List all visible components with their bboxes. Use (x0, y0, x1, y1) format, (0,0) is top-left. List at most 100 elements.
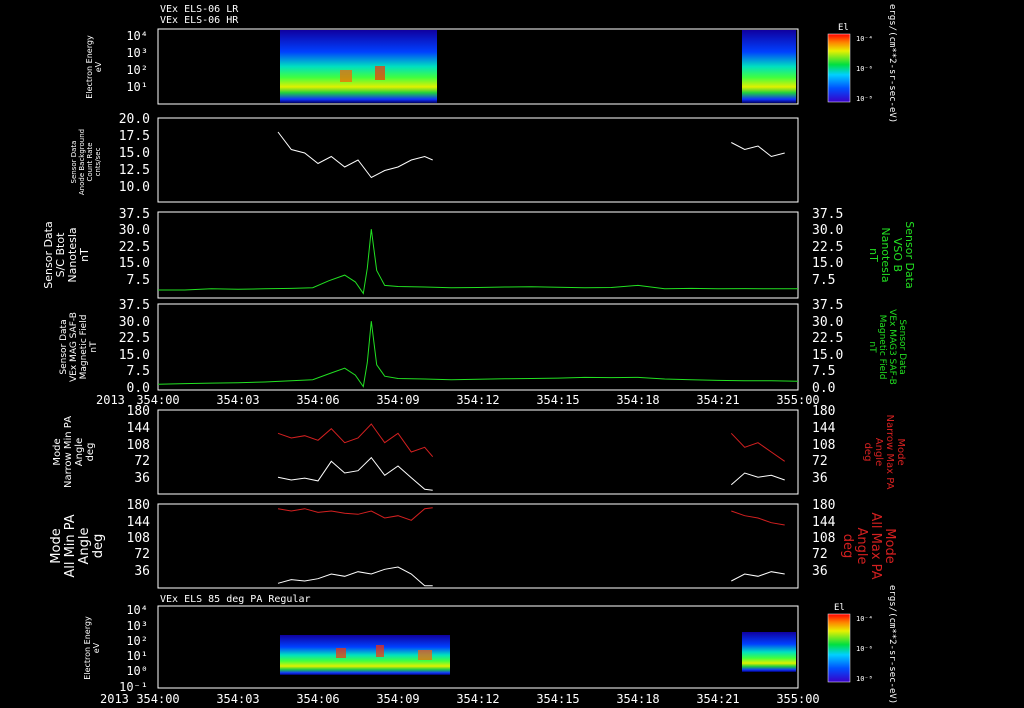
p7-ylabel-0: Electron Energy (83, 616, 92, 680)
panel-2: 20.0 17.5 15.0 12.5 10.0 Sensor Data Ano… (70, 112, 799, 203)
p5-ylabel-0: Mode (52, 438, 63, 465)
xaxis-middle-tick-1: 354:03 (216, 393, 259, 407)
p4-tick-1: 30.0 (119, 315, 150, 330)
panel-5: 180 144 108 72 36 180 144 108 72 36 Mode… (52, 404, 906, 495)
p3-trace (158, 229, 798, 295)
xaxis-middle-tick-2: 354:06 (296, 393, 339, 407)
colorbar-bottom-units: ergs/(cm**2-sr-sec-eV) (887, 585, 897, 704)
xaxis-bottom-tick-8: 355:00 (776, 692, 819, 706)
panel-1-yaxis: 10⁴ 10³ 10² 10¹ Electron Energy eV (85, 29, 148, 99)
colorbar-top-tick-0: 10⁻⁴ (856, 35, 873, 43)
panel-3: 37.5 30.0 22.5 15.0 7.5 37.5 30.0 22.5 1… (42, 207, 916, 299)
p6-tick-2: 108 (127, 531, 150, 546)
p5-rtick-4: 36 (812, 471, 828, 486)
p4-tick-0: 37.5 (119, 298, 150, 313)
bottom-panel-title: VEx ELS 85 deg PA Regular (160, 594, 311, 605)
p6-rlabel-3: deg (840, 534, 855, 559)
xaxis-bottom-tick-3: 354:09 (376, 692, 419, 706)
p6-rlabel-1: All Max PA (868, 512, 883, 579)
p7-ylabel-1: eV (92, 642, 101, 653)
plot-canvas: VEx ELS-06 LR VEx ELS-06 HR 10⁴ 10³ 10² … (42, 4, 916, 706)
p3-rtick-1: 30.0 (812, 223, 843, 238)
p7-tick-2: 10² (126, 634, 148, 648)
p1-tick-3: 10¹ (126, 80, 148, 94)
p4-rtick-4: 7.5 (812, 364, 835, 379)
xaxis-bottom-tick-7: 354:21 (696, 692, 739, 706)
p3-rlabel-3: nT (867, 248, 880, 262)
xaxis-middle-tick-6: 354:18 (616, 393, 659, 407)
p6-rlabel-2: Angle (854, 528, 869, 565)
xaxis-bottom-tick-4: 354:12 (456, 692, 499, 706)
p6-rtick-1: 144 (812, 515, 836, 530)
colorbar-bottom-tick-2: 10⁻⁸ (856, 675, 873, 683)
colorbar-bottom: El 10⁻⁴ 10⁻⁶ 10⁻⁸ ergs/(cm**2-sr-sec-eV) (827, 585, 897, 704)
xaxis-bottom-tick-6: 354:18 (616, 692, 659, 706)
p1-tick-0: 10⁴ (126, 29, 148, 43)
p6-rtick-3: 72 (812, 547, 828, 562)
colorbar-top-tick-1: 10⁻⁶ (856, 65, 873, 73)
p5-ylabel-2: Angle (74, 438, 85, 466)
p2-tick-4: 10.0 (119, 180, 150, 195)
p3-rtick-3: 15.0 (812, 256, 843, 271)
p4-ylabel-2: Magnetic Field (79, 315, 89, 380)
colorbar-top-label: El (838, 23, 849, 33)
xaxis-middle-tick-3: 354:09 (376, 393, 419, 407)
p2-ylabel-1: Anode Background (78, 129, 86, 195)
xaxis-middle: 2013 354:00 354:03 354:06 354:09 354:12 … (96, 393, 820, 407)
p4-ylabel-1: VEx MAG SAF-B (69, 312, 79, 382)
xaxis-middle-tick-7: 354:21 (696, 393, 739, 407)
p6-rtick-2: 108 (812, 531, 835, 546)
p2-ylabel-2: Count Rate (86, 142, 94, 181)
xaxis-bottom-tick-0: 354:00 (136, 692, 179, 706)
p4-ylabel-0: Sensor Data (59, 319, 69, 374)
p7-tick-0: 10⁴ (126, 603, 148, 617)
p1-ylabel-0: Electron Energy (85, 35, 94, 99)
p6-ylabel-3: deg (91, 534, 106, 559)
p4-ylabel-3: nT (89, 341, 99, 353)
p5-rlabel-0: Mode (895, 438, 906, 465)
p5-rtick-1: 144 (812, 421, 836, 436)
p5-ylabel-3: deg (85, 443, 96, 462)
p5-rtick-2: 108 (812, 438, 835, 453)
p3-tick-3: 15.0 (119, 256, 150, 271)
p5-ylabel-1: Narrow Min PA (63, 416, 74, 488)
colorbar-top: El 10⁻⁴ 10⁻⁶ 10⁻⁸ ergs/(cm**2-sr-sec-eV) (827, 4, 897, 123)
xaxis-bottom: 2013 354:00 354:03 354:06 354:09 354:12 … (100, 692, 820, 706)
p5-rlabel-1: Narrow Max PA (884, 415, 895, 490)
p6-tick-4: 36 (134, 564, 150, 579)
p4-rlabel-3: nT (867, 341, 877, 353)
p6-rlabel-0: Mode (882, 528, 897, 563)
p2-ylabel-3: cnts/sec (94, 147, 102, 176)
panel-4: 37.5 30.0 22.5 15.0 7.5 0.0 37.5 30.0 22… (59, 298, 907, 396)
p2-ylabel-0: Sensor Data (70, 141, 78, 184)
p5-tick-1: 144 (127, 421, 151, 436)
p6-min-trace (277, 566, 785, 587)
p4-tick-3: 15.0 (119, 348, 150, 363)
p4-rlabel-1: VEx MAG3 SAF-B (887, 309, 897, 385)
p4-tick-2: 22.5 (119, 331, 150, 346)
xaxis-bottom-year: 2013 (100, 692, 129, 706)
p6-tick-0: 180 (127, 498, 150, 513)
p7-tick-3: 10¹ (126, 649, 148, 663)
p6-tick-3: 72 (134, 547, 150, 562)
colorbar-top-units: ergs/(cm**2-sr-sec-eV) (887, 4, 897, 123)
panel-spectrogram-bottom: 10⁴ 10³ 10² 10¹ 10⁰ 10⁻¹ Electron Energy… (83, 603, 799, 694)
xaxis-middle-year: 2013 (96, 393, 125, 407)
header-line-2: VEx ELS-06 HR (160, 15, 239, 26)
p4-tick-4: 7.5 (127, 364, 150, 379)
xaxis-bottom-tick-1: 354:03 (216, 692, 259, 706)
p6-rtick-0: 180 (812, 498, 835, 513)
p3-tick-1: 30.0 (119, 223, 150, 238)
p5-min-trace (277, 456, 785, 491)
panel-6: 180 144 108 72 36 180 144 108 72 36 Mode… (49, 498, 897, 589)
p5-rtick-3: 72 (812, 454, 828, 469)
p6-tick-1: 144 (127, 515, 151, 530)
xaxis-bottom-tick-5: 354:15 (536, 692, 579, 706)
p7-tick-1: 10³ (126, 619, 148, 633)
p2-tick-1: 17.5 (119, 129, 150, 144)
p4-rlabel-2: Magnetic Field (877, 315, 887, 380)
p5-rlabel-2: Angle (873, 438, 884, 466)
p6-ylabel-2: Angle (77, 528, 92, 565)
p5-tick-0: 180 (127, 404, 150, 419)
panel-spectrogram-top (157, 28, 799, 105)
